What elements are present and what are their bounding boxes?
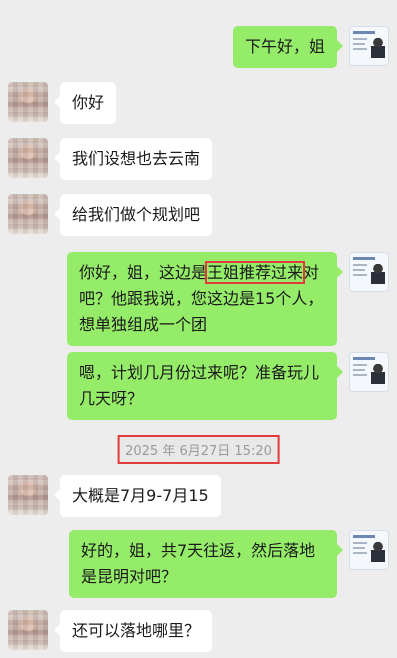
message-bubble-received[interactable]: 还可以落地哪里？ <box>53 610 213 652</box>
contact-avatar[interactable] <box>8 475 48 515</box>
my-avatar[interactable] <box>349 352 389 392</box>
my-avatar[interactable] <box>349 26 389 66</box>
message-bubble-received[interactable]: 你好 <box>53 82 117 124</box>
highlighted-text: 王姐推荐过来 <box>205 261 306 284</box>
contact-avatar[interactable] <box>8 82 48 122</box>
message-bubble-sent[interactable]: 下午好，姐 <box>232 26 344 68</box>
message-bubble-sent[interactable]: 你好，姐，这边是王姐推荐过来对吧？他跟我说，您这边是15个人，想单独组成一个团 <box>67 252 343 346</box>
message-bubble-received[interactable]: 我们设想也去云南 <box>53 138 213 180</box>
message-text: 你好，姐，这边是 <box>79 263 208 282</box>
my-avatar[interactable] <box>349 252 389 292</box>
message-bubble-sent[interactable]: 好的，姐，共7天往返，然后落地是昆明对吧？ <box>69 530 343 598</box>
message-bubble-sent[interactable]: 嗯，计划几月份过来呢？准备玩儿几天呀？ <box>67 352 343 420</box>
my-avatar[interactable] <box>349 530 389 570</box>
message-bubble-received[interactable]: 给我们做个规划吧 <box>53 194 213 236</box>
chat-window: 下午好，姐 你好 我们设想也去云南 给我们做个规划吧 你好，姐，这边是王姐推荐过… <box>0 0 397 658</box>
contact-avatar[interactable] <box>8 194 48 234</box>
timestamp: 2025 年 6月27日 15:20 <box>117 435 280 464</box>
contact-avatar[interactable] <box>8 138 48 178</box>
contact-avatar[interactable] <box>8 610 48 650</box>
message-bubble-received[interactable]: 大概是7月9-7月15 <box>54 475 221 517</box>
